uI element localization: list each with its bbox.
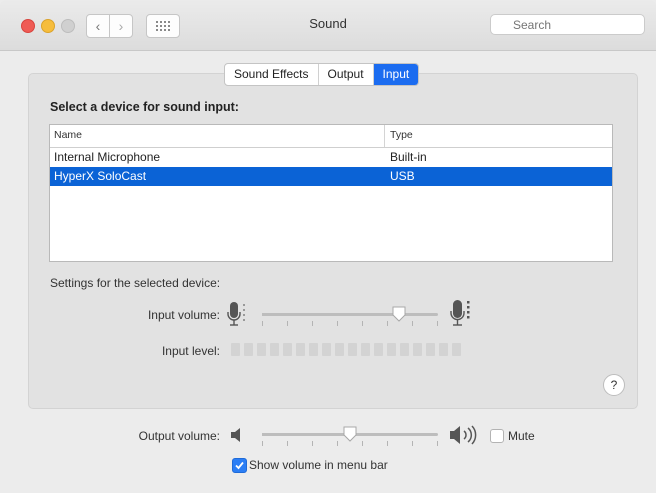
microphone-high-icon xyxy=(450,300,470,326)
level-bar xyxy=(231,343,240,356)
input-volume-slider[interactable] xyxy=(262,313,438,316)
help-button[interactable]: ? xyxy=(603,374,625,396)
slider-tick xyxy=(387,321,388,326)
title-bar: ‹ › Sound xyxy=(0,0,656,51)
show-volume-checkbox[interactable] xyxy=(232,458,247,473)
output-volume-label: Output volume: xyxy=(138,429,220,443)
level-bar xyxy=(270,343,279,356)
column-divider xyxy=(384,125,385,147)
table-row[interactable]: Internal Microphone Built-in xyxy=(50,148,612,167)
slider-tick xyxy=(337,321,338,326)
table-header: Name Type xyxy=(50,125,612,148)
slider-tick xyxy=(437,321,438,326)
slider-tick xyxy=(362,441,363,446)
input-level-label: Input level: xyxy=(161,344,220,358)
level-bar xyxy=(374,343,383,356)
slider-tick xyxy=(437,441,438,446)
slider-tick xyxy=(362,321,363,326)
tab-bar: Sound Effects Output Input xyxy=(224,63,420,86)
output-volume-knob[interactable] xyxy=(343,426,357,442)
search-input[interactable] xyxy=(490,14,645,35)
level-bar xyxy=(283,343,292,356)
slider-tick xyxy=(412,441,413,446)
tab-sound-effects[interactable]: Sound Effects xyxy=(225,64,319,85)
input-volume-ticks xyxy=(262,321,438,327)
level-bar xyxy=(426,343,435,356)
device-type: USB xyxy=(390,169,415,183)
input-device-table[interactable]: Name Type Internal Microphone Built-in H… xyxy=(49,124,613,262)
checkmark-icon xyxy=(235,461,244,470)
level-bar xyxy=(387,343,396,356)
level-bar xyxy=(309,343,318,356)
slider-tick xyxy=(312,321,313,326)
slider-tick xyxy=(412,321,413,326)
level-bar xyxy=(439,343,448,356)
tab-input[interactable]: Input xyxy=(373,64,419,85)
level-bar xyxy=(335,343,344,356)
slider-tick xyxy=(312,441,313,446)
level-bar xyxy=(244,343,253,356)
microphone-low-icon xyxy=(227,302,245,326)
input-volume-fill xyxy=(262,313,399,316)
column-header-type[interactable]: Type xyxy=(390,129,413,141)
level-bar xyxy=(400,343,409,356)
settings-heading: Settings for the selected device: xyxy=(50,276,221,290)
level-bar xyxy=(361,343,370,356)
tab-output[interactable]: Output xyxy=(319,64,374,85)
level-bar xyxy=(452,343,461,356)
level-bar xyxy=(348,343,357,356)
device-name: HyperX SoloCast xyxy=(54,169,147,183)
speaker-low-icon xyxy=(231,428,240,442)
slider-tick xyxy=(287,441,288,446)
slider-tick xyxy=(387,441,388,446)
sound-preferences-window: ‹ › Sound Sound Effects Output Input Sel xyxy=(0,0,656,493)
level-bar xyxy=(257,343,266,356)
input-volume-label: Input volume: xyxy=(147,308,220,322)
device-list-heading: Select a device for sound input: xyxy=(50,100,239,114)
level-bar xyxy=(296,343,305,356)
level-bar xyxy=(413,343,422,356)
speaker-high-icon xyxy=(450,425,477,445)
mute-label: Mute xyxy=(508,429,535,443)
slider-tick xyxy=(287,321,288,326)
mute-checkbox[interactable] xyxy=(490,429,504,443)
column-header-name[interactable]: Name xyxy=(54,129,82,141)
input-level-meter xyxy=(231,343,461,356)
input-volume-knob[interactable] xyxy=(392,306,406,322)
table-row-selected[interactable]: HyperX SoloCast USB xyxy=(50,167,612,186)
slider-tick xyxy=(262,441,263,446)
slider-tick xyxy=(262,321,263,326)
output-volume-fill xyxy=(262,433,350,436)
device-name: Internal Microphone xyxy=(54,150,161,164)
slider-tick xyxy=(337,441,338,446)
level-bar xyxy=(322,343,331,356)
device-type: Built-in xyxy=(390,150,427,164)
show-volume-label: Show volume in menu bar xyxy=(249,458,388,472)
